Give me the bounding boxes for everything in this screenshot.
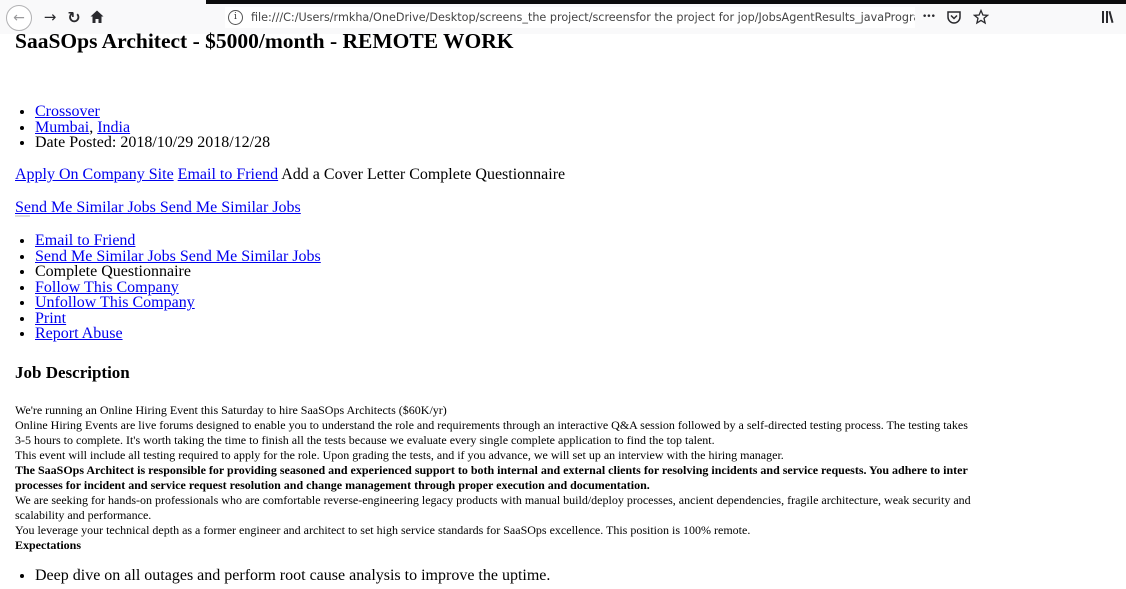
email-friend-link[interactable]: Email to Friend: [178, 166, 278, 183]
job-description-heading: Job Description: [15, 363, 130, 382]
job-actions-list: Email to Friend Send Me Similar Jobs Sen…: [15, 233, 321, 342]
description-line: This event will include all testing requ…: [15, 448, 784, 462]
description-bold-line: processes for incident and service reque…: [15, 478, 650, 492]
follow-company-link[interactable]: Follow This Company: [35, 279, 179, 296]
list-item: Print: [35, 310, 321, 327]
job-description: We're running an Online Hiring Event thi…: [15, 403, 1126, 553]
description-bold-line: The SaaSOps Architect is responsible for…: [15, 463, 968, 477]
description-line: You leverage your technical depth as a f…: [15, 523, 751, 537]
list-item: Send Me Similar Jobs Send Me Similar Job…: [35, 248, 321, 265]
date-posted: Date Posted: 2018/10/29 2018/12/28: [35, 135, 270, 151]
list-item: Report Abuse: [35, 326, 321, 342]
expectations-list: Deep dive on all outages and perform roo…: [15, 568, 550, 584]
city-link[interactable]: Mumbai: [35, 119, 89, 136]
divider: [15, 215, 30, 217]
list-item: Unfollow This Company: [35, 295, 321, 311]
expectation-item: Deep dive on all outages and perform roo…: [35, 568, 550, 584]
url-text[interactable]: file:///C:/Users/rmkha/OneDrive/Desktop/…: [251, 11, 915, 24]
apply-row: Apply On Company Site Email to Friend Ad…: [15, 166, 565, 184]
more-actions-icon[interactable]: •••: [922, 12, 936, 22]
unfollow-company-link[interactable]: Unfollow This Company: [35, 294, 195, 311]
page-actions: •••: [922, 6, 989, 28]
address-bar[interactable]: i file:///C:/Users/rmkha/OneDrive/Deskto…: [225, 7, 915, 28]
back-arrow-icon: ←: [13, 10, 25, 26]
tab-strip-edge: [206, 0, 1126, 4]
country-link[interactable]: India: [97, 119, 130, 136]
questionnaire-item: Complete Questionnaire: [35, 264, 321, 280]
reload-icon: ↻: [67, 7, 81, 27]
email-friend-action[interactable]: Email to Friend: [35, 232, 135, 249]
apply-link[interactable]: Apply On Company Site: [15, 166, 174, 183]
job-meta-list: Crossover Mumbai, India Date Posted: 201…: [15, 104, 270, 151]
list-item: Follow This Company: [35, 279, 321, 296]
home-button[interactable]: [86, 6, 108, 28]
similar-jobs-link[interactable]: Send Me Similar Jobs Send Me Similar Job…: [15, 199, 301, 216]
description-line: We're running an Online Hiring Event thi…: [15, 403, 447, 417]
list-item: Mumbai, India: [35, 119, 270, 136]
info-icon[interactable]: i: [228, 10, 243, 25]
description-line: We are seeking for hands-on professional…: [15, 493, 971, 507]
description-line: scalability and performance.: [15, 508, 152, 522]
pocket-icon[interactable]: [946, 9, 962, 25]
similar-jobs-action[interactable]: Send Me Similar Jobs Send Me Similar Job…: [35, 248, 321, 265]
page-title: SaaSOps Architect - $5000/month - REMOTE…: [15, 29, 514, 53]
list-item: Email to Friend: [35, 233, 321, 249]
expectations-heading: Expectations: [15, 538, 81, 552]
list-item: Crossover: [35, 104, 270, 120]
forward-button[interactable]: →: [40, 6, 60, 28]
similar-jobs-row: Send Me Similar Jobs Send Me Similar Job…: [15, 199, 301, 217]
company-link[interactable]: Crossover: [35, 103, 100, 120]
description-line: Online Hiring Events are live forums des…: [15, 418, 968, 432]
bookmark-star-icon[interactable]: [972, 9, 989, 25]
print-link[interactable]: Print: [35, 310, 66, 327]
cover-questionnaire-text: Add a Cover Letter Complete Questionnair…: [281, 166, 566, 183]
description-line: 3-5 hours to complete. It's worth taking…: [15, 433, 715, 447]
forward-arrow-icon: →: [43, 8, 57, 26]
home-icon: [90, 10, 104, 23]
report-abuse-link[interactable]: Report Abuse: [35, 325, 123, 342]
library-icon[interactable]: [1100, 9, 1120, 25]
reload-button[interactable]: ↻: [64, 6, 84, 28]
